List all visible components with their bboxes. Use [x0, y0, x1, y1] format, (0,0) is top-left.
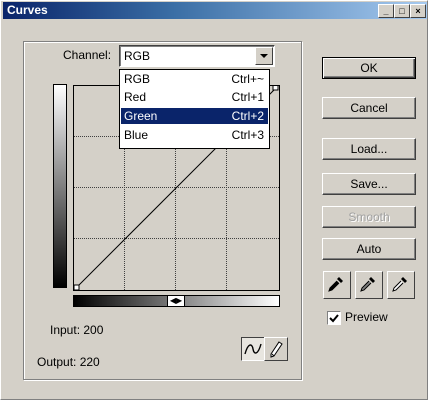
smooth-button[interactable]: Smooth	[322, 206, 416, 228]
curve-tool-icon	[244, 343, 262, 355]
save-button[interactable]: Save...	[322, 173, 416, 195]
pencil-tool-button[interactable]	[264, 337, 288, 361]
auto-button[interactable]: Auto	[322, 238, 416, 260]
option-name: RGB	[124, 72, 151, 86]
chevron-down-icon[interactable]	[255, 47, 273, 65]
cancel-button[interactable]: Cancel	[322, 97, 416, 119]
title-bar[interactable]: Curves _ □ ×	[3, 2, 427, 19]
ok-button[interactable]: OK	[322, 57, 416, 79]
maximize-button[interactable]: □	[394, 4, 410, 18]
curve-tool-button[interactable]	[241, 337, 265, 361]
preview-label[interactable]: Preview	[345, 310, 388, 324]
black-eyedropper-button[interactable]	[323, 271, 351, 299]
output-readout: Output: 220	[37, 355, 100, 369]
channel-dropdown-list: RGB Ctrl+~ Red Ctrl+1 Green Ctrl+2 Blue …	[119, 69, 270, 149]
option-shortcut: Ctrl+2	[231, 109, 264, 123]
gray-eyedropper-button[interactable]	[355, 271, 383, 299]
curve-endpoint-bottom[interactable]	[74, 284, 80, 290]
gray-point-eyedropper-icon	[360, 277, 375, 292]
option-green[interactable]: Green Ctrl+2	[121, 108, 268, 124]
option-shortcut: Ctrl+1	[231, 90, 264, 104]
pencil-tool-icon	[270, 341, 283, 358]
curves-dialog: Curves _ □ × Channel: RGB RGB Ctrl+~ Red…	[0, 0, 428, 400]
minimize-button[interactable]: _	[378, 4, 394, 18]
option-rgb[interactable]: RGB Ctrl+~	[121, 71, 268, 87]
close-button[interactable]: ×	[410, 4, 426, 18]
white-point-eyedropper-icon	[392, 277, 407, 292]
white-eyedropper-button[interactable]	[387, 271, 415, 299]
channel-select[interactable]: RGB	[119, 45, 275, 67]
channel-label: Channel:	[63, 48, 112, 62]
option-name: Green	[124, 109, 158, 123]
black-point-eyedropper-icon	[328, 277, 343, 292]
curve-endpoint-top[interactable]	[272, 86, 279, 91]
option-name: Red	[124, 90, 147, 104]
option-red[interactable]: Red Ctrl+1	[121, 89, 268, 105]
output-gradient-bar	[53, 84, 67, 288]
input-readout: Input: 200	[50, 323, 104, 337]
option-name: Blue	[124, 128, 149, 142]
preview-checkbox[interactable]	[327, 311, 341, 325]
checkmark-icon	[329, 314, 339, 323]
option-shortcut: Ctrl+~	[231, 72, 264, 86]
channel-value: RGB	[124, 49, 151, 63]
option-blue[interactable]: Blue Ctrl+3	[121, 127, 268, 143]
load-button[interactable]: Load...	[322, 138, 416, 160]
window-title: Curves	[7, 3, 48, 17]
option-shortcut: Ctrl+3	[231, 128, 264, 142]
gradient-toggle-icon[interactable]: ◀▶	[167, 295, 185, 307]
